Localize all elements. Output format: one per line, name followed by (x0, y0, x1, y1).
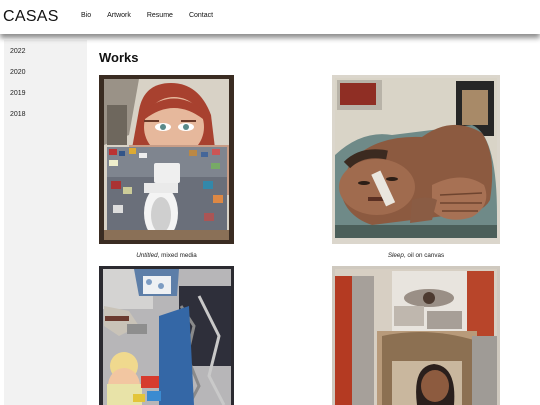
nav-link-contact[interactable]: Contact (189, 12, 213, 19)
artwork-medium: , mixed media (157, 252, 197, 259)
top-navigation-bar: CASAS Bio Artwork Resume Contact (0, 0, 540, 34)
artwork-title: Sleep (387, 252, 404, 259)
site-logo[interactable]: CASAS (3, 8, 59, 26)
artwork-sleep-painting (332, 75, 500, 244)
artwork-untitled-painting (99, 75, 234, 244)
artwork-caption-sleep: Sleep, oil on canvas (332, 252, 500, 259)
nav-link-artwork[interactable]: Artwork (107, 12, 131, 19)
year-link-2018[interactable]: 2018 (10, 111, 26, 118)
artwork-caption-untitled: Untitled, mixed media (99, 252, 234, 259)
nav-link-bio[interactable]: Bio (81, 12, 91, 19)
main-nav: Bio Artwork Resume Contact (81, 12, 229, 19)
artwork-image-untitled[interactable] (99, 75, 234, 244)
artwork-title: Untitled (136, 252, 158, 259)
artwork-image-child[interactable] (99, 266, 234, 405)
artwork-image-portrait[interactable] (332, 266, 500, 405)
year-link-2020[interactable]: 2020 (10, 69, 26, 76)
artwork-medium: , oil on canvas (403, 252, 445, 259)
nav-link-resume[interactable]: Resume (147, 12, 173, 19)
year-link-2019[interactable]: 2019 (10, 90, 26, 97)
artwork-image-sleep[interactable] (332, 75, 500, 244)
year-link-2022[interactable]: 2022 (10, 48, 26, 55)
artwork-portrait-painting (332, 266, 500, 405)
artwork-child-painting (99, 266, 234, 405)
year-sidebar: 2022 2020 2019 2018 (4, 40, 87, 405)
page-title: Works (99, 50, 139, 65)
